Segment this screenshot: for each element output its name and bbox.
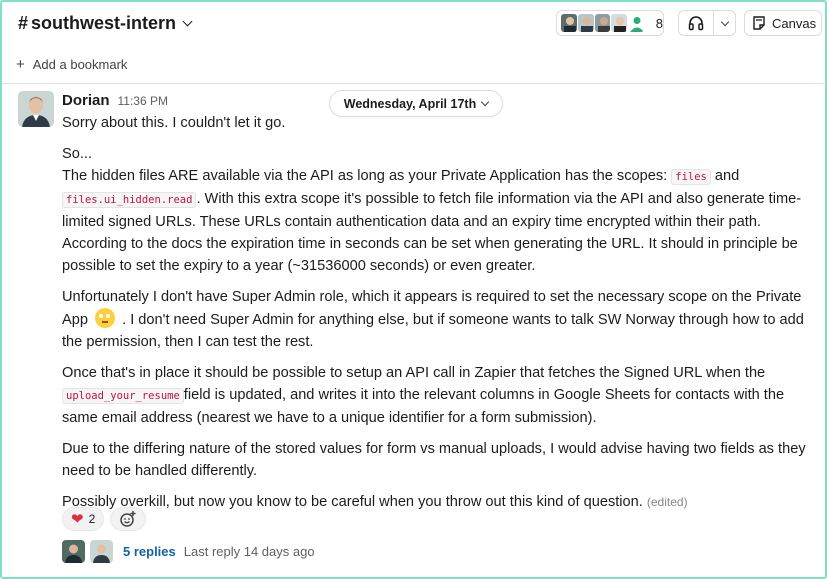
message-paragraph: Due to the differing nature of the store… xyxy=(62,441,806,479)
canvas-icon xyxy=(753,16,765,30)
member-avatar xyxy=(593,13,612,33)
author-avatar[interactable] xyxy=(18,91,54,127)
member-avatar xyxy=(576,13,595,33)
message-paragraph: Possibly overkill, but now you know to b… xyxy=(62,491,818,513)
thread-summary[interactable]: 5 replies Last reply 14 days ago xyxy=(62,540,315,563)
plus-icon: + xyxy=(16,56,25,73)
message-header: Dorian 11:36 PM xyxy=(62,92,168,109)
message-timestamp[interactable]: 11:36 PM xyxy=(118,94,168,108)
message-paragraph: So... xyxy=(62,146,93,162)
message-paragraph: The hidden files ARE available via the A… xyxy=(62,165,818,277)
message-paragraph: Unfortunately I don't have Super Admin r… xyxy=(62,286,818,353)
message-paragraph: Once that's in place it should be possib… xyxy=(62,362,818,429)
canvas-button[interactable]: Canvas xyxy=(744,10,822,36)
inline-code: upload_your_resume xyxy=(62,388,184,404)
member-count: 8 xyxy=(655,15,663,31)
add-bookmark-button[interactable]: + Add a bookmark xyxy=(2,46,825,84)
inline-code: files.ui_hidden.read xyxy=(62,192,197,208)
replies-link[interactable]: 5 replies xyxy=(123,544,176,559)
add-reaction-button[interactable] xyxy=(110,507,147,531)
headphones-icon xyxy=(688,16,704,31)
message-paragraph: Sorry about this. I couldn't let it go. xyxy=(62,115,286,131)
bookmark-label: Add a bookmark xyxy=(32,57,128,72)
channel-header: # southwest-intern 8 Canvas xyxy=(2,2,825,46)
huddle-button[interactable] xyxy=(679,11,714,35)
members-button[interactable]: 8 xyxy=(556,10,664,36)
heart-icon: ❤ xyxy=(71,511,84,528)
last-reply-time: Last reply 14 days ago xyxy=(183,544,315,559)
chevron-down-icon xyxy=(720,17,729,26)
channel-name-button[interactable]: # southwest-intern xyxy=(18,13,193,34)
text-run: The hidden files ARE available via the A… xyxy=(62,168,672,184)
channel-window: # southwest-intern 8 Canvas + Add a book… xyxy=(0,0,827,579)
reaction-heart[interactable]: ❤ 2 xyxy=(62,507,105,531)
date-divider-label: Wednesday, April 17th xyxy=(343,96,477,111)
reactions-bar: ❤ 2 xyxy=(62,507,147,531)
reply-avatar xyxy=(90,540,113,563)
chevron-down-icon xyxy=(182,16,193,26)
huddle-button-group xyxy=(678,10,736,36)
text-run: . I don't need Super Admin for anything … xyxy=(62,312,804,350)
member-avatar xyxy=(610,13,628,33)
channel-name: southwest-intern xyxy=(31,13,177,33)
edited-label: (edited) xyxy=(646,495,688,509)
inline-code: files xyxy=(671,169,711,185)
text-run: Once that's in place it should be possib… xyxy=(62,365,766,381)
reaction-count: 2 xyxy=(88,512,96,526)
member-avatar xyxy=(627,13,645,33)
member-avatar xyxy=(560,13,578,33)
text-run: Possibly overkill, but now you know to b… xyxy=(62,494,643,510)
message-body: Sorry about this. I couldn't let it go. … xyxy=(62,112,818,513)
channel-hash: # xyxy=(18,13,29,33)
add-emoji-icon xyxy=(120,511,136,527)
chevron-down-icon xyxy=(480,97,490,107)
author-name[interactable]: Dorian xyxy=(62,92,110,109)
reply-avatar xyxy=(62,540,85,563)
huddle-options-button[interactable] xyxy=(714,11,735,35)
canvas-label: Canvas xyxy=(772,15,817,31)
eye-roll-emoji-icon xyxy=(95,308,116,328)
text-run: and xyxy=(710,168,740,184)
